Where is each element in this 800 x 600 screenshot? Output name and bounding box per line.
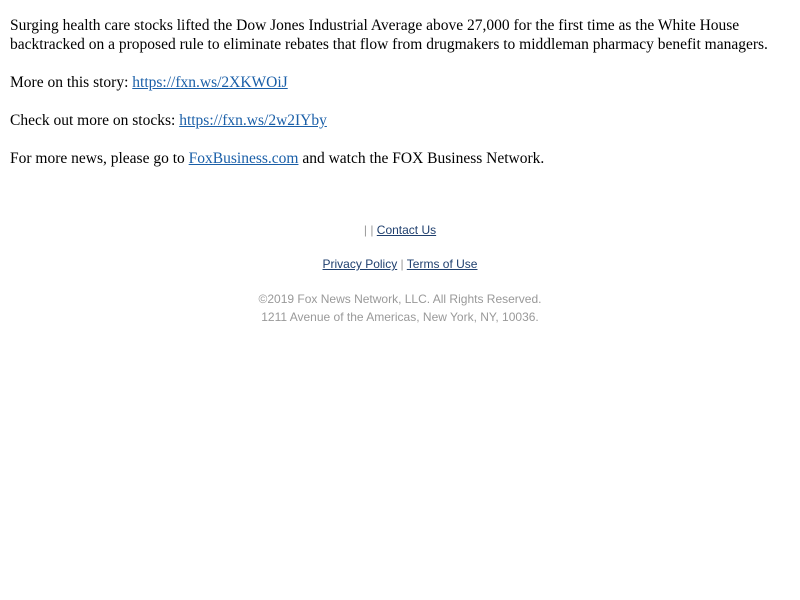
news-line: For more news, please go to FoxBusiness.… [10, 149, 790, 168]
contact-us-link[interactable]: Contact Us [377, 223, 436, 237]
story-link[interactable]: https://fxn.ws/2XKWOiJ [132, 74, 287, 91]
story-line: More on this story: https://fxn.ws/2XKWO… [10, 73, 790, 92]
footer-links-row-1: | | Contact Us [0, 222, 800, 240]
foxbusiness-link[interactable]: FoxBusiness.com [189, 150, 299, 167]
news-prefix: For more news, please go to [10, 150, 189, 167]
footer-links-row-2: Privacy Policy | Terms of Use [0, 256, 800, 274]
footer-separator: | [400, 257, 404, 271]
footer: | | Contact Us Privacy Policy | Terms of… [0, 222, 800, 326]
email-body: Surging health care stocks lifted the Do… [10, 16, 790, 187]
news-suffix: and watch the FOX Business Network. [298, 150, 545, 167]
privacy-policy-link[interactable]: Privacy Policy [323, 257, 398, 271]
footer-legal: ©2019 Fox News Network, LLC. All Rights … [0, 290, 800, 326]
terms-of-use-link[interactable]: Terms of Use [407, 257, 478, 271]
copyright-text: ©2019 Fox News Network, LLC. All Rights … [258, 292, 542, 306]
story-prefix: More on this story: [10, 74, 133, 91]
footer-separator: | [363, 223, 367, 237]
address-text: 1211 Avenue of the Americas, New York, N… [261, 310, 539, 324]
stocks-line: Check out more on stocks: https://fxn.ws… [10, 111, 790, 130]
footer-separator: | [370, 223, 374, 237]
article-summary: Surging health care stocks lifted the Do… [10, 17, 768, 53]
stocks-link[interactable]: https://fxn.ws/2w2IYby [179, 112, 327, 129]
stocks-prefix: Check out more on stocks: [10, 112, 180, 129]
